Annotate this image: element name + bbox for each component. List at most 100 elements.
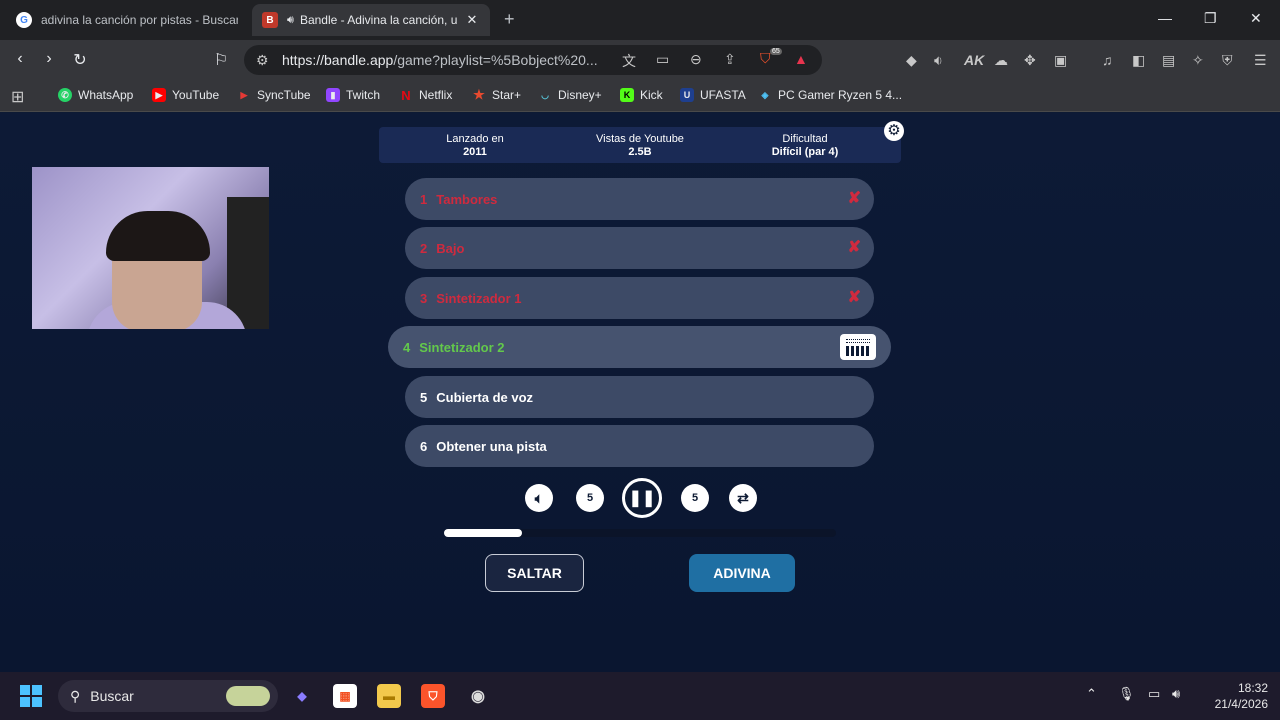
track-row-1: 1 Tambores ✘ [405, 178, 874, 220]
bookmarks-bar: ⊞ ✆ WhatsApp ▶ YouTube ▶ SyncTube ▮ Twitch N… [0, 80, 1280, 112]
restore-icon[interactable]: ❐ [1204, 10, 1217, 27]
tab-google-search[interactable]: G adivina la canción por pistas - Buscar [6, 4, 248, 36]
track-row-4: 4 Sintetizador 2 [388, 326, 891, 368]
track-row-5: 5 Cubierta de voz [405, 376, 874, 418]
guess-button[interactable]: ADIVINA [689, 554, 795, 592]
brave-browser-icon[interactable]: ⛉ [421, 684, 445, 708]
google-icon: G [16, 12, 32, 28]
reload-icon[interactable]: ↻ [70, 50, 90, 70]
track-label: Sintetizador 1 [436, 290, 522, 306]
wrong-mark-icon: ✘ [847, 190, 861, 207]
webcam-overlay [32, 167, 269, 329]
track-label: Bajo [436, 240, 465, 256]
track-label: Sintetizador 2 [419, 339, 505, 355]
bandle-icon: B [262, 12, 278, 28]
windows-start-icon[interactable] [20, 685, 42, 707]
track-row-3: 3 Sintetizador 1 ✘ [405, 277, 874, 319]
close-window-icon[interactable]: ✕ [1250, 10, 1262, 27]
bandle-page: Lanzado en 2011 Vistas de Youtube 2.5B D… [0, 113, 1280, 672]
twitch-icon: ▮ [326, 88, 340, 102]
ak-extension-icon[interactable]: AK [964, 52, 984, 68]
close-tab-icon[interactable]: ✕ [464, 12, 480, 28]
back-icon[interactable]: ‹ [10, 50, 30, 68]
kick-icon: K [620, 88, 634, 102]
extension-wallet-icon[interactable]: ◆ [906, 52, 917, 69]
bookmark-netflix[interactable]: N Netflix [399, 88, 452, 103]
browser-toolbar: ‹ › ↻ ⚐ ⚙ https://bandle.app/game?playli… [0, 40, 1280, 80]
site-info-icon[interactable]: ⚙ [256, 52, 269, 69]
tab-title: adivina la canción por pistas - Buscar [41, 13, 238, 27]
brave-shields-badge: 65 [770, 48, 782, 55]
wrong-mark-icon: ✘ [847, 239, 861, 256]
microsoft-store-icon[interactable]: ▦ [333, 684, 357, 708]
bookmark-disney-plus[interactable]: ◡ Disney+ [538, 88, 602, 102]
bookmark-synctube[interactable]: ▶ SyncTube [237, 88, 311, 102]
file-explorer-icon[interactable]: ▬ [377, 684, 401, 708]
play-pause-icon[interactable]: ❚❚ [622, 478, 662, 518]
bookmark-page-icon[interactable]: ⚐ [211, 50, 231, 70]
cloud-extension-icon[interactable]: ☁ [994, 52, 1008, 69]
bookmark-whatsapp[interactable]: ✆ WhatsApp [58, 88, 133, 102]
hint-row[interactable]: 6 Obtener una pista [405, 425, 874, 467]
forward-5-icon[interactable]: 5 [681, 484, 709, 512]
wallet-icon[interactable]: ▤ [1162, 52, 1175, 69]
skip-button[interactable]: SALTAR [485, 554, 584, 592]
url-text: https://bandle.app/game?playlist=%5Bobje… [282, 52, 598, 68]
synctube-icon: ▶ [240, 89, 248, 100]
star-icon: ★ [473, 87, 485, 102]
bookmark-star-plus[interactable]: ★ Star+ [472, 87, 521, 102]
bookmark-twitch[interactable]: ▮ Twitch [326, 88, 380, 102]
sidebar-icon[interactable]: ◧ [1132, 52, 1145, 69]
address-bar[interactable]: ⚙ https://bandle.app/game?playlist=%5Bob… [244, 45, 822, 75]
pc-gamer-icon: ◈ [761, 89, 769, 100]
speaker-icon: 🔊︎ [287, 13, 294, 26]
taskbar-search[interactable]: ⚲ Buscar [58, 680, 278, 712]
extensions-icon[interactable]: ✥ [1024, 52, 1036, 69]
minimize-icon[interactable]: — [1158, 10, 1172, 26]
playback-progress-bar[interactable] [444, 529, 836, 537]
track-row-2: 2 Bajo ✘ [405, 227, 874, 269]
brave-shields-icon[interactable]: ⛉ [760, 50, 771, 67]
share-icon[interactable]: ⇪ [724, 51, 736, 68]
cast-icon[interactable]: ▭ [656, 51, 669, 68]
taskbar-clock[interactable]: 18:32 21/4/2026 [1198, 680, 1268, 712]
vpn-icon[interactable]: ⛨ [1222, 52, 1233, 69]
rewind-5-icon[interactable]: 5 [576, 484, 604, 512]
bookmark-ufasta[interactable]: U UFASTA [680, 88, 746, 102]
zoom-icon[interactable]: ⊖ [690, 51, 702, 68]
release-year-info: Lanzado en 2011 [446, 133, 504, 158]
volume-tray-icon[interactable]: 🔊︎ [1172, 686, 1180, 702]
translate-icon[interactable]: 文 [622, 51, 636, 71]
app-icon-a[interactable]: ◆ [290, 684, 314, 708]
wrong-mark-icon: ✘ [847, 289, 861, 306]
volume-extension-icon[interactable]: 🔉︎ [934, 52, 943, 69]
tab-title: Bandle - Adivina la canción, u [299, 13, 458, 27]
menu-icon[interactable]: ☰ [1254, 52, 1267, 69]
whatsapp-icon: ✆ [58, 88, 72, 102]
bookmark-kick[interactable]: K Kick [620, 88, 663, 102]
tray-overflow-icon[interactable]: ⌃ [1086, 686, 1097, 702]
ufasta-icon: U [680, 88, 694, 102]
media-icon[interactable]: ♫ [1102, 52, 1113, 68]
new-tab-icon[interactable]: + [504, 9, 515, 30]
reader-icon[interactable]: ▣ [1054, 52, 1067, 69]
tab-bandle[interactable]: B 🔊︎ Bandle - Adivina la canción, u ✕ [252, 4, 490, 36]
network-icon[interactable]: ▭ [1148, 686, 1160, 702]
synthesizer-keyboard-icon [840, 334, 876, 360]
settings-gear-icon[interactable]: ⚙ [884, 121, 904, 141]
microphone-icon[interactable]: 🎙︎ [1118, 686, 1135, 702]
track-label: Cubierta de voz [436, 389, 534, 405]
apps-icon[interactable]: ⊞ [11, 87, 24, 107]
search-icon: ⚲ [70, 687, 81, 704]
shuffle-icon[interactable]: ⇄ [729, 484, 757, 512]
volume-icon[interactable]: 🔈︎ [525, 484, 553, 512]
forward-icon[interactable]: › [39, 50, 59, 68]
leo-ai-icon[interactable]: ✧ [1192, 52, 1204, 69]
search-highlight-image [226, 686, 270, 706]
bookmark-pc-gamer[interactable]: ◈ PC Gamer Ryzen 5 4... [758, 88, 903, 102]
brave-rewards-icon[interactable]: ▲ [794, 51, 808, 67]
youtube-views-info: Vistas de Youtube 2.5B [596, 133, 684, 158]
bookmark-youtube[interactable]: ▶ YouTube [152, 88, 219, 102]
difficulty-info: Dificultad Difícil (par 4) [771, 133, 839, 158]
app-icon-b[interactable]: ◉ [466, 684, 490, 708]
